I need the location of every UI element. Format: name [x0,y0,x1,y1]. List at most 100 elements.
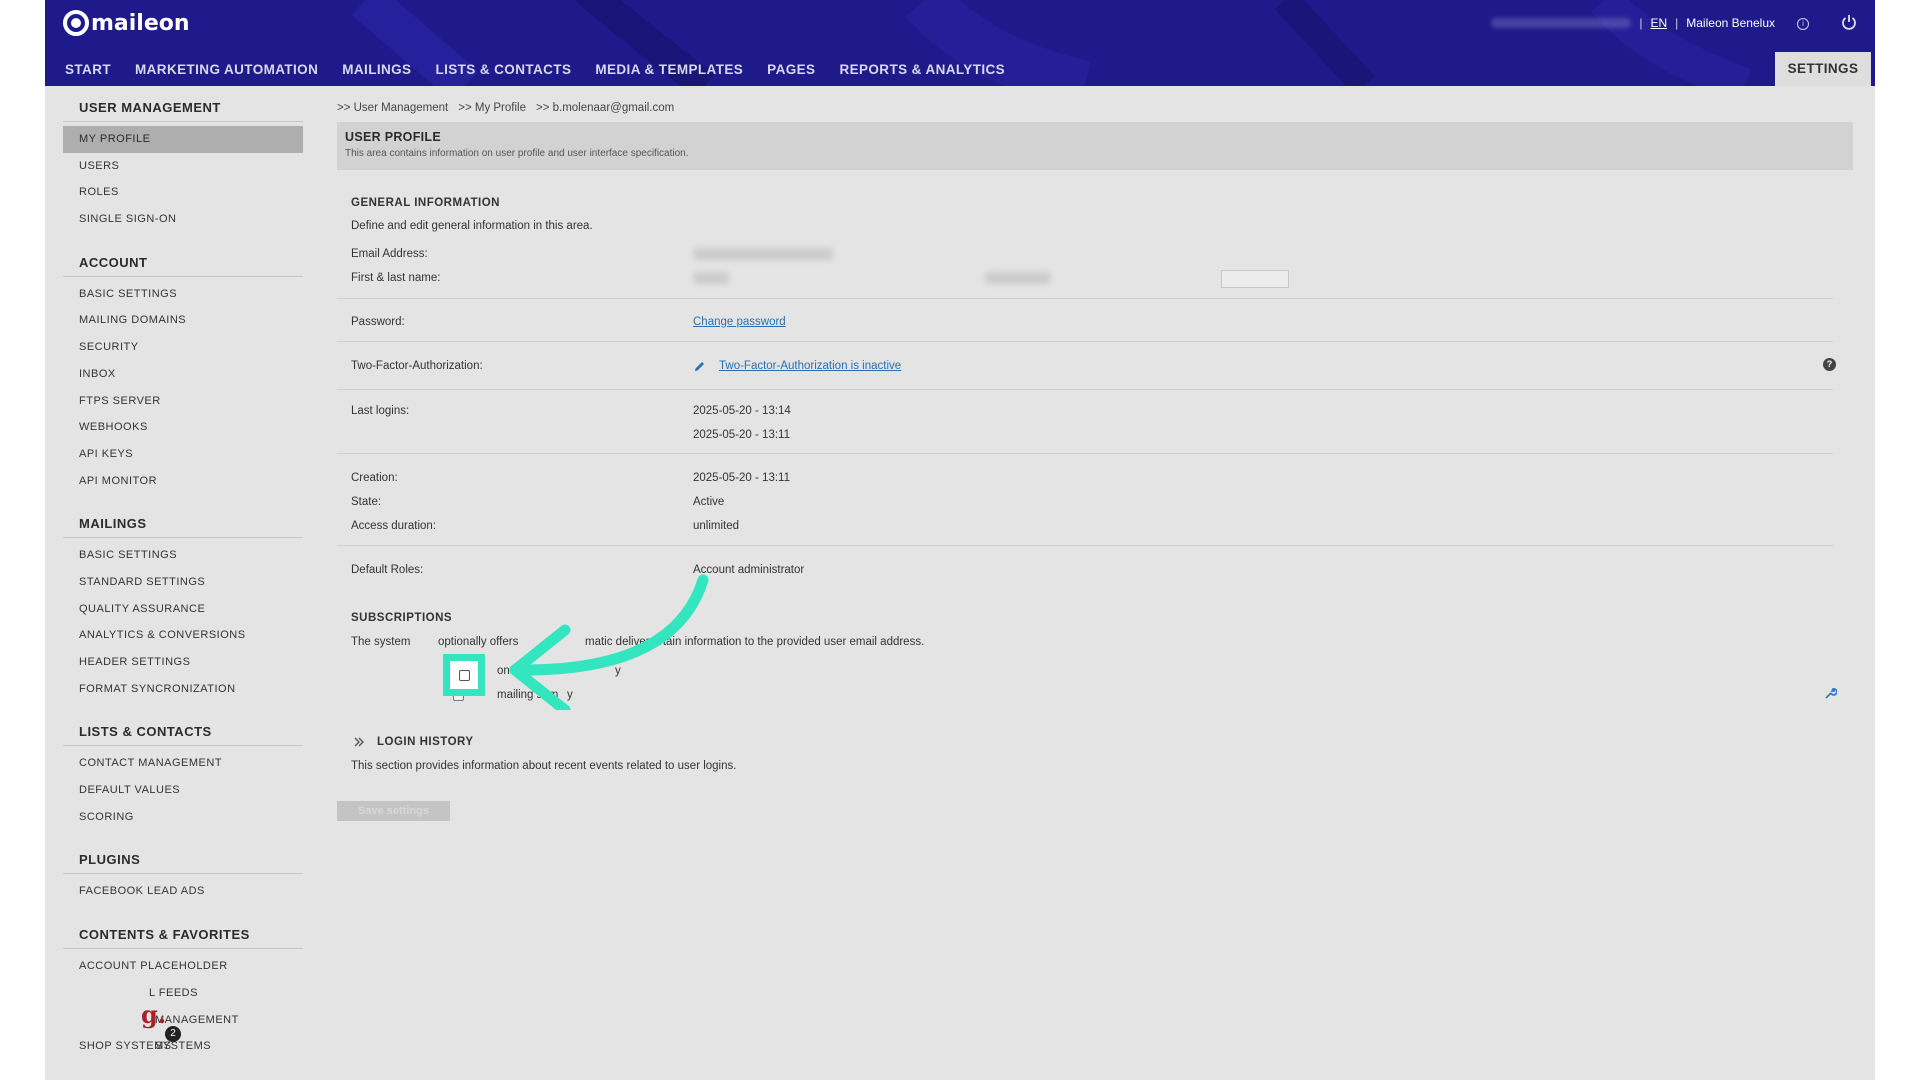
widget-logo: g. [141,1000,167,1029]
sidebar-group-lists-contacts: LISTS & CONTACTS CONTACT MANAGEMENT DEFA… [63,724,303,830]
login-history-title[interactable]: LOGIN HISTORY [377,736,474,748]
sidebar-group-mailings: MAILINGS BASIC SETTINGS STANDARD SETTING… [63,516,303,702]
nav-mailings[interactable]: MAILINGS [342,62,411,77]
maileon-logo[interactable]: maileon [63,10,190,36]
sidebar-heading: LISTS & CONTACTS [63,724,303,747]
sidebar-item-quality-assurance[interactable]: QUALITY ASSURANCE [63,596,303,623]
page-description: This area contains information on user p… [345,148,689,159]
language-link[interactable]: EN [1650,16,1667,30]
pencil-icon[interactable] [693,360,706,373]
sidebar-item-roles[interactable]: ROLES [63,179,303,206]
blurred-email-value [693,248,833,260]
sidebar-item-contact-management[interactable]: CONTACT MANAGEMENT [63,750,303,777]
sidebar-item-scoring[interactable]: SCORING [63,804,303,831]
email-label: Email Address: [351,248,428,260]
top-header: maileon | EN | Maileon Benelux i START M… [45,0,1875,86]
sidebar-item-mailing-basic-settings[interactable]: BASIC SETTINGS [63,542,303,569]
chevron-right-icon[interactable] [353,736,365,748]
sidebar-item-inbox[interactable]: INBOX [63,361,303,388]
name-input-field[interactable] [1221,270,1289,288]
general-info-description: Define and edit general information in t… [351,220,593,232]
account-name[interactable]: Maileon Benelux [1686,16,1775,30]
save-settings-button[interactable]: Save settings [337,801,450,821]
breadcrumb-item: >> b.molenaar@gmail.com [535,102,675,114]
sidebar-item-security[interactable]: SECURITY [63,334,303,361]
default-roles-label: Default Roles: [351,564,424,576]
main-content: >> User Management >> My Profile >> b.mo… [337,102,1853,170]
sidebar-group-user-management: USER MANAGEMENT MY PROFILE USERS ROLES S… [63,100,303,233]
tfa-link[interactable]: Two-Factor-Authorization is inactive [719,360,901,372]
sidebar-item-webhooks[interactable]: WEBHOOKS [63,414,303,441]
page-header: USER PROFILE This area contains informat… [337,122,1853,170]
divider [337,545,1833,546]
help-icon[interactable]: i [1797,18,1809,30]
nav-pages[interactable]: PAGES [767,62,815,77]
sidebar-heading: PLUGINS [63,852,303,875]
sidebar-heading: USER MANAGEMENT [63,100,303,122]
logout-power-icon[interactable] [1841,14,1857,30]
last-login-value: 2025-05-20 - 13:14 [693,405,791,417]
divider [337,298,1833,299]
sidebar-item-default-values[interactable]: DEFAULT VALUES [63,777,303,804]
last-login-value: 2025-05-20 - 13:11 [693,429,790,441]
sidebar-item-single-sign-on[interactable]: SINGLE SIGN-ON [63,206,303,233]
general-info-title: GENERAL INFORMATION [351,197,500,209]
tab-settings[interactable]: SETTINGS [1775,52,1871,86]
nav-marketing-automation[interactable]: MARKETING AUTOMATION [135,62,318,77]
sidebar-heading: ACCOUNT [63,255,303,277]
sidebar-group-plugins: PLUGINS FACEBOOK LEAD ADS [63,852,303,905]
sidebar-item-api-monitor[interactable]: API MONITOR [63,468,303,495]
nav-media-templates[interactable]: MEDIA & TEMPLATES [595,62,743,77]
logo-text: maileon [91,10,190,36]
sidebar-item-basic-settings[interactable]: BASIC SETTINGS [63,281,303,308]
sidebar-heading: MAILINGS [63,516,303,539]
sidebar-item-content-management-systems[interactable]: MANAGEMENT SYSTEMS [63,1007,303,1053]
blurred-last-name [985,272,1051,284]
monthly-subscription-checkbox-highlight [443,654,485,696]
page-title: USER PROFILE [345,130,441,144]
sidebar-item-standard-settings[interactable]: STANDARD SETTINGS [63,569,303,596]
divider [337,453,1833,454]
sidebar: USER MANAGEMENT MY PROFILE USERS ROLES S… [63,100,303,1080]
login-history-description: This section provides information about … [351,760,737,772]
sidebar-item-facebook-lead-ads[interactable]: FACEBOOK LEAD ADS [63,878,303,905]
notification-count-badge: 2 [165,1026,181,1042]
main-navigation: START MARKETING AUTOMATION MAILINGS LIST… [65,62,1005,77]
highlight-inner [450,661,478,689]
state-value: Active [693,496,725,508]
breadcrumb-item[interactable]: >> My Profile [458,102,526,114]
change-password-link[interactable]: Change password [693,316,786,328]
breadcrumb-item[interactable]: >> User Management [337,102,448,114]
help-icon[interactable]: ? [1823,358,1836,371]
floating-widget[interactable]: g. 2 [141,1000,181,1042]
sidebar-item-ftps-server[interactable]: FTPS SERVER [63,388,303,415]
sidebar-heading: CONTENTS & FAVORITES [63,927,303,950]
app-frame: maileon | EN | Maileon Benelux i START M… [45,0,1875,1080]
nav-start[interactable]: START [65,62,111,77]
sidebar-group-account: ACCOUNT BASIC SETTINGS MAILING DOMAINS S… [63,255,303,495]
sidebar-item-header-settings[interactable]: HEADER SETTINGS [63,649,303,676]
nav-lists-contacts[interactable]: LISTS & CONTACTS [435,62,571,77]
access-duration-label: Access duration: [351,520,437,532]
sidebar-item-my-profile[interactable]: MY PROFILE [63,126,303,153]
sidebar-item-account-placeholder[interactable]: ACCOUNT PLACEHOLDER [63,953,303,980]
separator: | [1675,16,1679,30]
subscriptions-description-start: The system [351,636,411,648]
sidebar-item-users[interactable]: USERS [63,153,303,180]
wrench-icon[interactable] [1823,686,1837,700]
annotation-arrow-icon [509,574,709,710]
tfa-label: Two-Factor-Authorization: [351,360,483,372]
monthly-subscription-checkbox[interactable] [459,670,470,681]
sidebar-item-feeds[interactable]: L FEEDS [63,980,303,1007]
nav-reports-analytics[interactable]: REPORTS & ANALYTICS [839,62,1005,77]
sidebar-item-mailing-domains[interactable]: MAILING DOMAINS [63,307,303,334]
divider [337,341,1833,342]
sidebar-group-contents-favorites: CONTENTS & FAVORITES ACCOUNT PLACEHOLDER… [63,927,303,1060]
blurred-first-name [693,272,729,284]
sidebar-item-format-syncronization[interactable]: FORMAT SYNCRONIZATION [63,676,303,703]
name-label: First & last name: [351,272,441,284]
blurred-user-email [1491,18,1632,28]
sidebar-item-api-keys[interactable]: API KEYS [63,441,303,468]
breadcrumb: >> User Management >> My Profile >> b.mo… [337,102,1853,114]
sidebar-item-analytics-conversions[interactable]: ANALYTICS & CONVERSIONS [63,622,303,649]
